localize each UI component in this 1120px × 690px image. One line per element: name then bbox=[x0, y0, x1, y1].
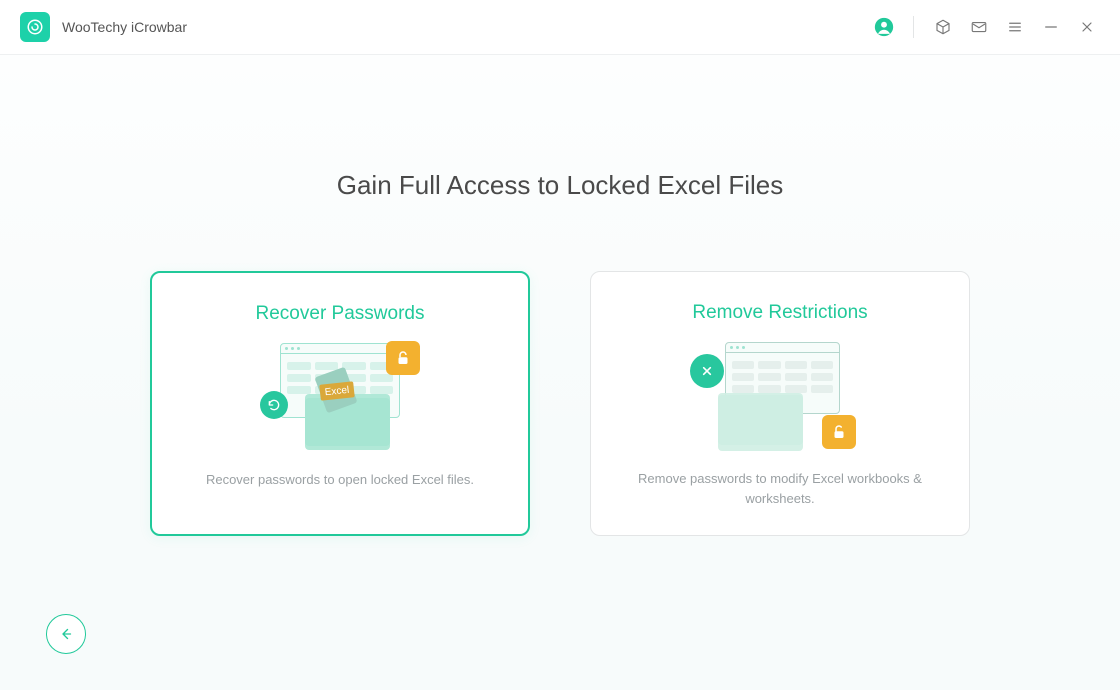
app-logo bbox=[20, 12, 50, 42]
card-restrict-desc: Remove passwords to modify Excel workboo… bbox=[621, 469, 939, 508]
arrow-left-icon bbox=[57, 625, 75, 643]
titlebar: WooTechy iCrowbar bbox=[0, 0, 1120, 55]
titlebar-divider bbox=[913, 16, 914, 38]
unlock-icon bbox=[822, 415, 856, 449]
account-icon[interactable] bbox=[871, 14, 897, 40]
app-title: WooTechy iCrowbar bbox=[62, 19, 187, 35]
minimize-icon[interactable] bbox=[1038, 14, 1064, 40]
recover-illustration: Excel bbox=[250, 343, 430, 448]
card-restrict-title: Remove Restrictions bbox=[692, 302, 867, 324]
refresh-icon bbox=[260, 391, 288, 419]
card-recover-passwords[interactable]: Recover Passwords Excel bbox=[150, 271, 530, 536]
lock-icon bbox=[386, 341, 420, 375]
close-icon[interactable] bbox=[1074, 14, 1100, 40]
menu-icon[interactable] bbox=[1002, 14, 1028, 40]
card-recover-desc: Recover passwords to open locked Excel f… bbox=[206, 470, 474, 490]
box-icon[interactable] bbox=[930, 14, 956, 40]
card-row: Recover Passwords Excel bbox=[0, 271, 1120, 536]
remove-x-icon bbox=[690, 354, 724, 388]
page-title: Gain Full Access to Locked Excel Files bbox=[0, 55, 1120, 201]
main-content: Gain Full Access to Locked Excel Files R… bbox=[0, 55, 1120, 690]
mail-icon[interactable] bbox=[966, 14, 992, 40]
card-remove-restrictions[interactable]: Remove Restrictions bbox=[590, 271, 970, 536]
card-recover-title: Recover Passwords bbox=[256, 303, 425, 325]
restrict-illustration bbox=[690, 342, 870, 447]
back-button[interactable] bbox=[46, 614, 86, 654]
